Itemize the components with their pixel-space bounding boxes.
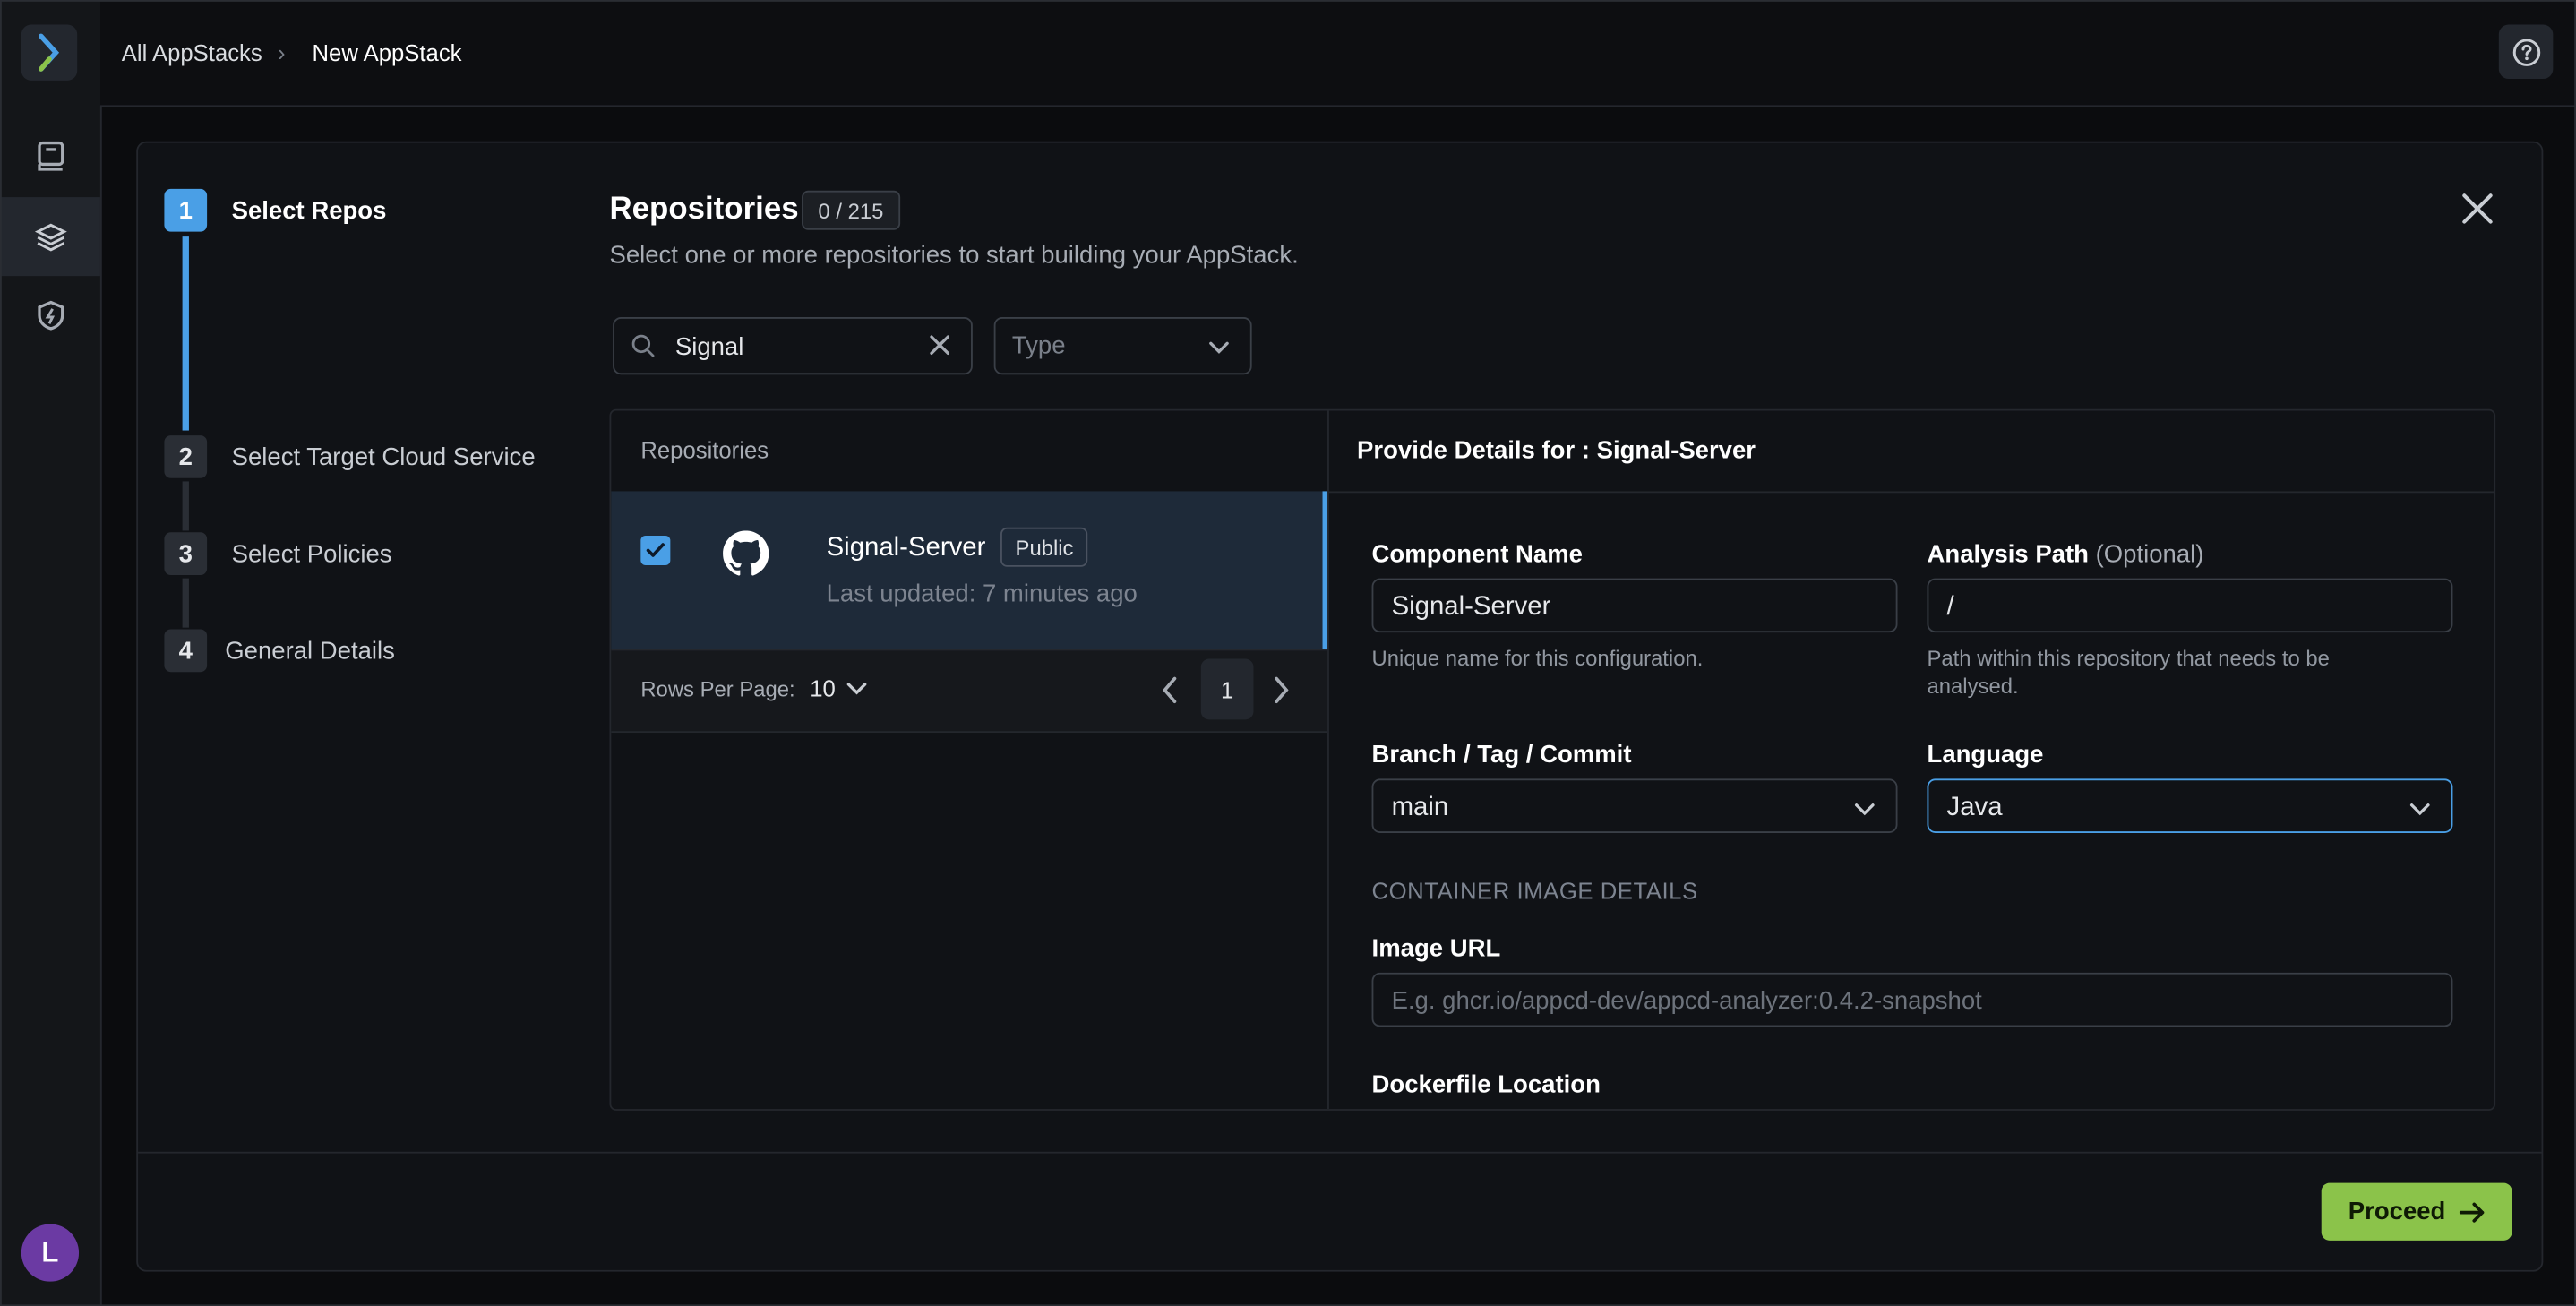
component-name-label: Component Name bbox=[1371, 540, 1583, 569]
image-url-placeholder: E.g. ghcr.io/appcd-dev/appcd-analyzer:0.… bbox=[1391, 987, 1982, 1016]
analysis-path-optional: (Optional) bbox=[2095, 540, 2204, 569]
component-name-field[interactable]: Signal-Server bbox=[1371, 578, 1898, 633]
repo-details-form: Provide Details for : Signal-Server Comp… bbox=[1328, 411, 2494, 1110]
step-3-label[interactable]: Select Policies bbox=[232, 540, 392, 568]
step-connector bbox=[182, 578, 189, 628]
close-icon[interactable] bbox=[2460, 191, 2495, 227]
visibility-badge: Public bbox=[1000, 527, 1089, 567]
proceed-label: Proceed bbox=[2348, 1198, 2446, 1226]
repo-last-updated: Last updated: 7 minutes ago bbox=[826, 580, 1138, 608]
help-icon[interactable] bbox=[2498, 24, 2554, 80]
step-1-label[interactable]: Select Repos bbox=[232, 197, 387, 225]
repo-row-selected[interactable]: Signal-Server Public Last updated: 7 min… bbox=[611, 491, 1328, 649]
step-2-label[interactable]: Select Target Cloud Service bbox=[232, 443, 536, 471]
language-value: Java bbox=[1946, 793, 2003, 822]
rows-per-page-select[interactable]: 10 bbox=[810, 675, 866, 701]
top-bar: All AppStacks › New AppStack bbox=[99, 0, 2576, 107]
analysis-path-value: / bbox=[1946, 593, 1954, 622]
component-name-help: Unique name for this configuration. bbox=[1371, 645, 1704, 671]
breadcrumb-current: New AppStack bbox=[312, 39, 462, 66]
arrow-right-icon bbox=[2459, 1201, 2484, 1222]
nav-layers-icon[interactable] bbox=[0, 197, 100, 277]
analysis-path-label-text: Analysis Path bbox=[1927, 540, 2089, 569]
rows-per-page-value: 10 bbox=[810, 674, 836, 702]
left-nav-rail: L bbox=[0, 0, 102, 1306]
repo-split-view: Repositories Signal-Server Public Last u… bbox=[609, 408, 2496, 1111]
step-4-number[interactable]: 4 bbox=[164, 629, 208, 673]
image-url-label: Image URL bbox=[1371, 934, 1501, 963]
step-1-number[interactable]: 1 bbox=[164, 188, 208, 232]
step-3-number[interactable]: 3 bbox=[164, 532, 208, 575]
previous-page-icon[interactable] bbox=[1160, 675, 1180, 713]
branch-label: Branch / Tag / Commit bbox=[1371, 741, 1632, 769]
search-input[interactable] bbox=[672, 318, 909, 377]
current-page-number[interactable]: 1 bbox=[1200, 658, 1254, 720]
analysis-path-label: Analysis Path (Optional) bbox=[1928, 540, 2204, 568]
proceed-button[interactable]: Proceed bbox=[2321, 1182, 2512, 1241]
dialog-footer: Proceed bbox=[138, 1151, 2542, 1270]
details-header: Provide Details for : Signal-Server bbox=[1328, 411, 2494, 494]
nav-shield-icon[interactable] bbox=[0, 276, 100, 355]
analysis-path-help: Path within this repository that needs t… bbox=[1927, 645, 2330, 699]
type-filter-placeholder: Type bbox=[1011, 331, 1066, 360]
dockerfile-location-label: Dockerfile Location bbox=[1371, 1070, 1601, 1100]
details-header-label: Provide Details for : Signal-Server bbox=[1357, 436, 1756, 466]
breadcrumb-all-appstacks[interactable]: All AppStacks bbox=[122, 39, 262, 65]
repo-list-header: Repositories bbox=[611, 411, 1328, 494]
language-label: Language bbox=[1927, 741, 2044, 769]
language-select[interactable]: Java bbox=[1927, 778, 2453, 833]
nav-book-icon[interactable] bbox=[0, 116, 100, 195]
step-2-number[interactable]: 2 bbox=[164, 435, 208, 478]
repo-name: Signal-Server bbox=[826, 534, 986, 563]
repo-checkbox[interactable] bbox=[640, 535, 671, 565]
step-connector bbox=[182, 481, 189, 531]
type-filter-select[interactable]: Type bbox=[993, 317, 1252, 375]
rows-per-page-label: Rows Per Page: bbox=[640, 676, 795, 702]
chevron-down-icon bbox=[2409, 797, 2432, 827]
breadcrumb-separator: › bbox=[277, 39, 286, 66]
branch-select[interactable]: main bbox=[1371, 778, 1898, 833]
step-connector bbox=[182, 236, 189, 431]
component-name-value: Signal-Server bbox=[1391, 593, 1551, 622]
app-logo-icon[interactable] bbox=[21, 24, 78, 81]
search-icon bbox=[631, 333, 656, 366]
container-image-section-title: CONTAINER IMAGE DETAILS bbox=[1371, 877, 1698, 904]
pagination-bar: Rows Per Page: 10 1 bbox=[611, 649, 1328, 734]
chevron-down-icon bbox=[1207, 335, 1231, 365]
repositories-subtitle: Select one or more repositories to start… bbox=[609, 241, 1299, 270]
new-appstack-dialog: 1 Select Repos 2 Select Target Cloud Ser… bbox=[136, 141, 2544, 1272]
clear-search-icon[interactable] bbox=[928, 333, 951, 365]
user-avatar[interactable]: L bbox=[21, 1224, 80, 1282]
image-url-field[interactable]: E.g. ghcr.io/appcd-dev/appcd-analyzer:0.… bbox=[1371, 972, 2453, 1027]
selection-count-badge: 0 / 215 bbox=[802, 190, 900, 230]
branch-value: main bbox=[1391, 793, 1449, 822]
chevron-down-icon bbox=[1853, 797, 1876, 827]
step-4-label[interactable]: General Details bbox=[225, 638, 395, 666]
chevron-down-icon bbox=[846, 682, 866, 694]
analysis-path-field[interactable]: / bbox=[1927, 578, 2453, 633]
repo-search-field[interactable] bbox=[613, 317, 973, 377]
github-icon bbox=[723, 530, 769, 585]
repositories-title: Repositories bbox=[609, 192, 799, 228]
repo-list: Repositories Signal-Server Public Last u… bbox=[611, 410, 1329, 1110]
repo-list-header-label: Repositories bbox=[640, 436, 769, 464]
next-page-icon[interactable] bbox=[1272, 675, 1292, 713]
